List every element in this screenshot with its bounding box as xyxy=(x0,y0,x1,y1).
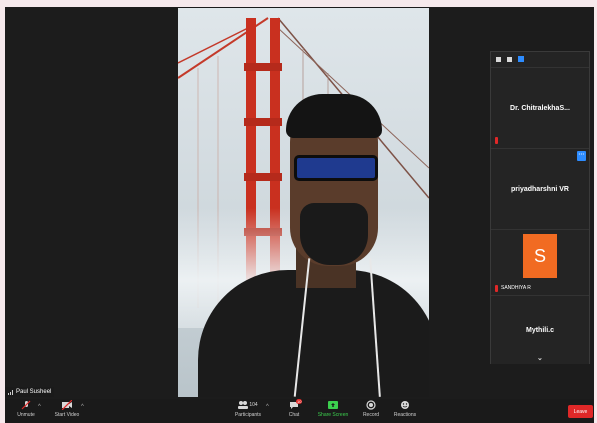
chat-badge: 10 xyxy=(296,399,303,404)
audio-options-caret-icon[interactable]: ^ xyxy=(38,404,41,410)
panel-controls xyxy=(491,52,589,66)
record-icon xyxy=(366,400,376,410)
muted-mic-icon xyxy=(495,285,498,292)
participants-label: Participants xyxy=(234,412,262,418)
gallery-view-icon[interactable] xyxy=(518,56,524,62)
speaker-name-tag: Paul Susheel xyxy=(5,387,55,397)
start-video-button[interactable]: Start Video xyxy=(52,399,82,418)
muted-mic-icon xyxy=(21,400,31,410)
participant-tile[interactable]: Dr. ChitralekhaS... xyxy=(491,67,589,148)
speaker-sunglasses xyxy=(294,155,378,181)
participant-tile[interactable]: S SANDHIYA R xyxy=(491,229,589,295)
leave-button[interactable]: Leave xyxy=(568,405,593,418)
record-label: Record xyxy=(362,412,380,418)
record-button[interactable]: Record xyxy=(360,400,382,418)
participant-tile[interactable]: priyadharshni VR ··· xyxy=(491,148,589,229)
minimize-icon[interactable] xyxy=(496,56,501,62)
reactions-icon xyxy=(400,400,410,410)
share-screen-icon xyxy=(328,400,338,410)
participant-name: Mythili.c xyxy=(525,326,554,334)
zoom-meeting-window: Dr. ChitralekhaS... priyadharshni VR ···… xyxy=(5,7,594,423)
chat-icon: 10 xyxy=(289,399,303,410)
reactions-button[interactable]: Reactions xyxy=(392,400,418,418)
muted-mic-icon xyxy=(495,137,498,144)
chat-label: Chat xyxy=(288,412,300,418)
share-screen-button[interactable]: Share Screen xyxy=(316,400,350,418)
more-options-button[interactable]: ··· xyxy=(577,151,586,161)
participants-button[interactable]: 104 Participants xyxy=(233,400,263,418)
active-speaker-video xyxy=(178,8,429,397)
meeting-toolbar: Unmute ^ Start Video ^ 104 Participants … xyxy=(5,399,594,423)
share-screen-label: Share Screen xyxy=(317,412,349,418)
participant-name: SANDHIYA R xyxy=(501,285,531,291)
start-video-label: Start Video xyxy=(54,412,80,418)
restore-icon[interactable] xyxy=(507,56,512,62)
speaker-hair xyxy=(286,94,382,138)
participant-name: priyadharshni VR xyxy=(511,185,569,193)
chat-button[interactable]: 10 Chat xyxy=(286,399,303,418)
unmute-label: Unmute xyxy=(17,412,35,418)
speaker-beard xyxy=(300,203,368,265)
participant-count: 104 xyxy=(249,402,258,408)
reactions-label: Reactions xyxy=(393,412,417,418)
video-options-caret-icon[interactable]: ^ xyxy=(81,404,84,410)
speaker-body xyxy=(198,270,429,397)
avatar: S xyxy=(523,234,557,278)
scroll-down-icon[interactable]: ⌄ xyxy=(537,354,543,362)
speaker-name: Paul Susheel xyxy=(16,389,52,395)
participants-icon: 104 xyxy=(237,400,259,410)
signal-bars-icon xyxy=(8,389,13,395)
participants-options-caret-icon[interactable]: ^ xyxy=(266,404,269,410)
participant-gallery-panel: Dr. ChitralekhaS... priyadharshni VR ···… xyxy=(490,51,590,364)
video-off-icon xyxy=(61,399,73,411)
unmute-button[interactable]: Unmute xyxy=(14,400,38,418)
participant-name: Dr. ChitralekhaS... xyxy=(510,104,570,112)
participant-tile[interactable]: Mythili.c ⌄ xyxy=(491,295,589,364)
